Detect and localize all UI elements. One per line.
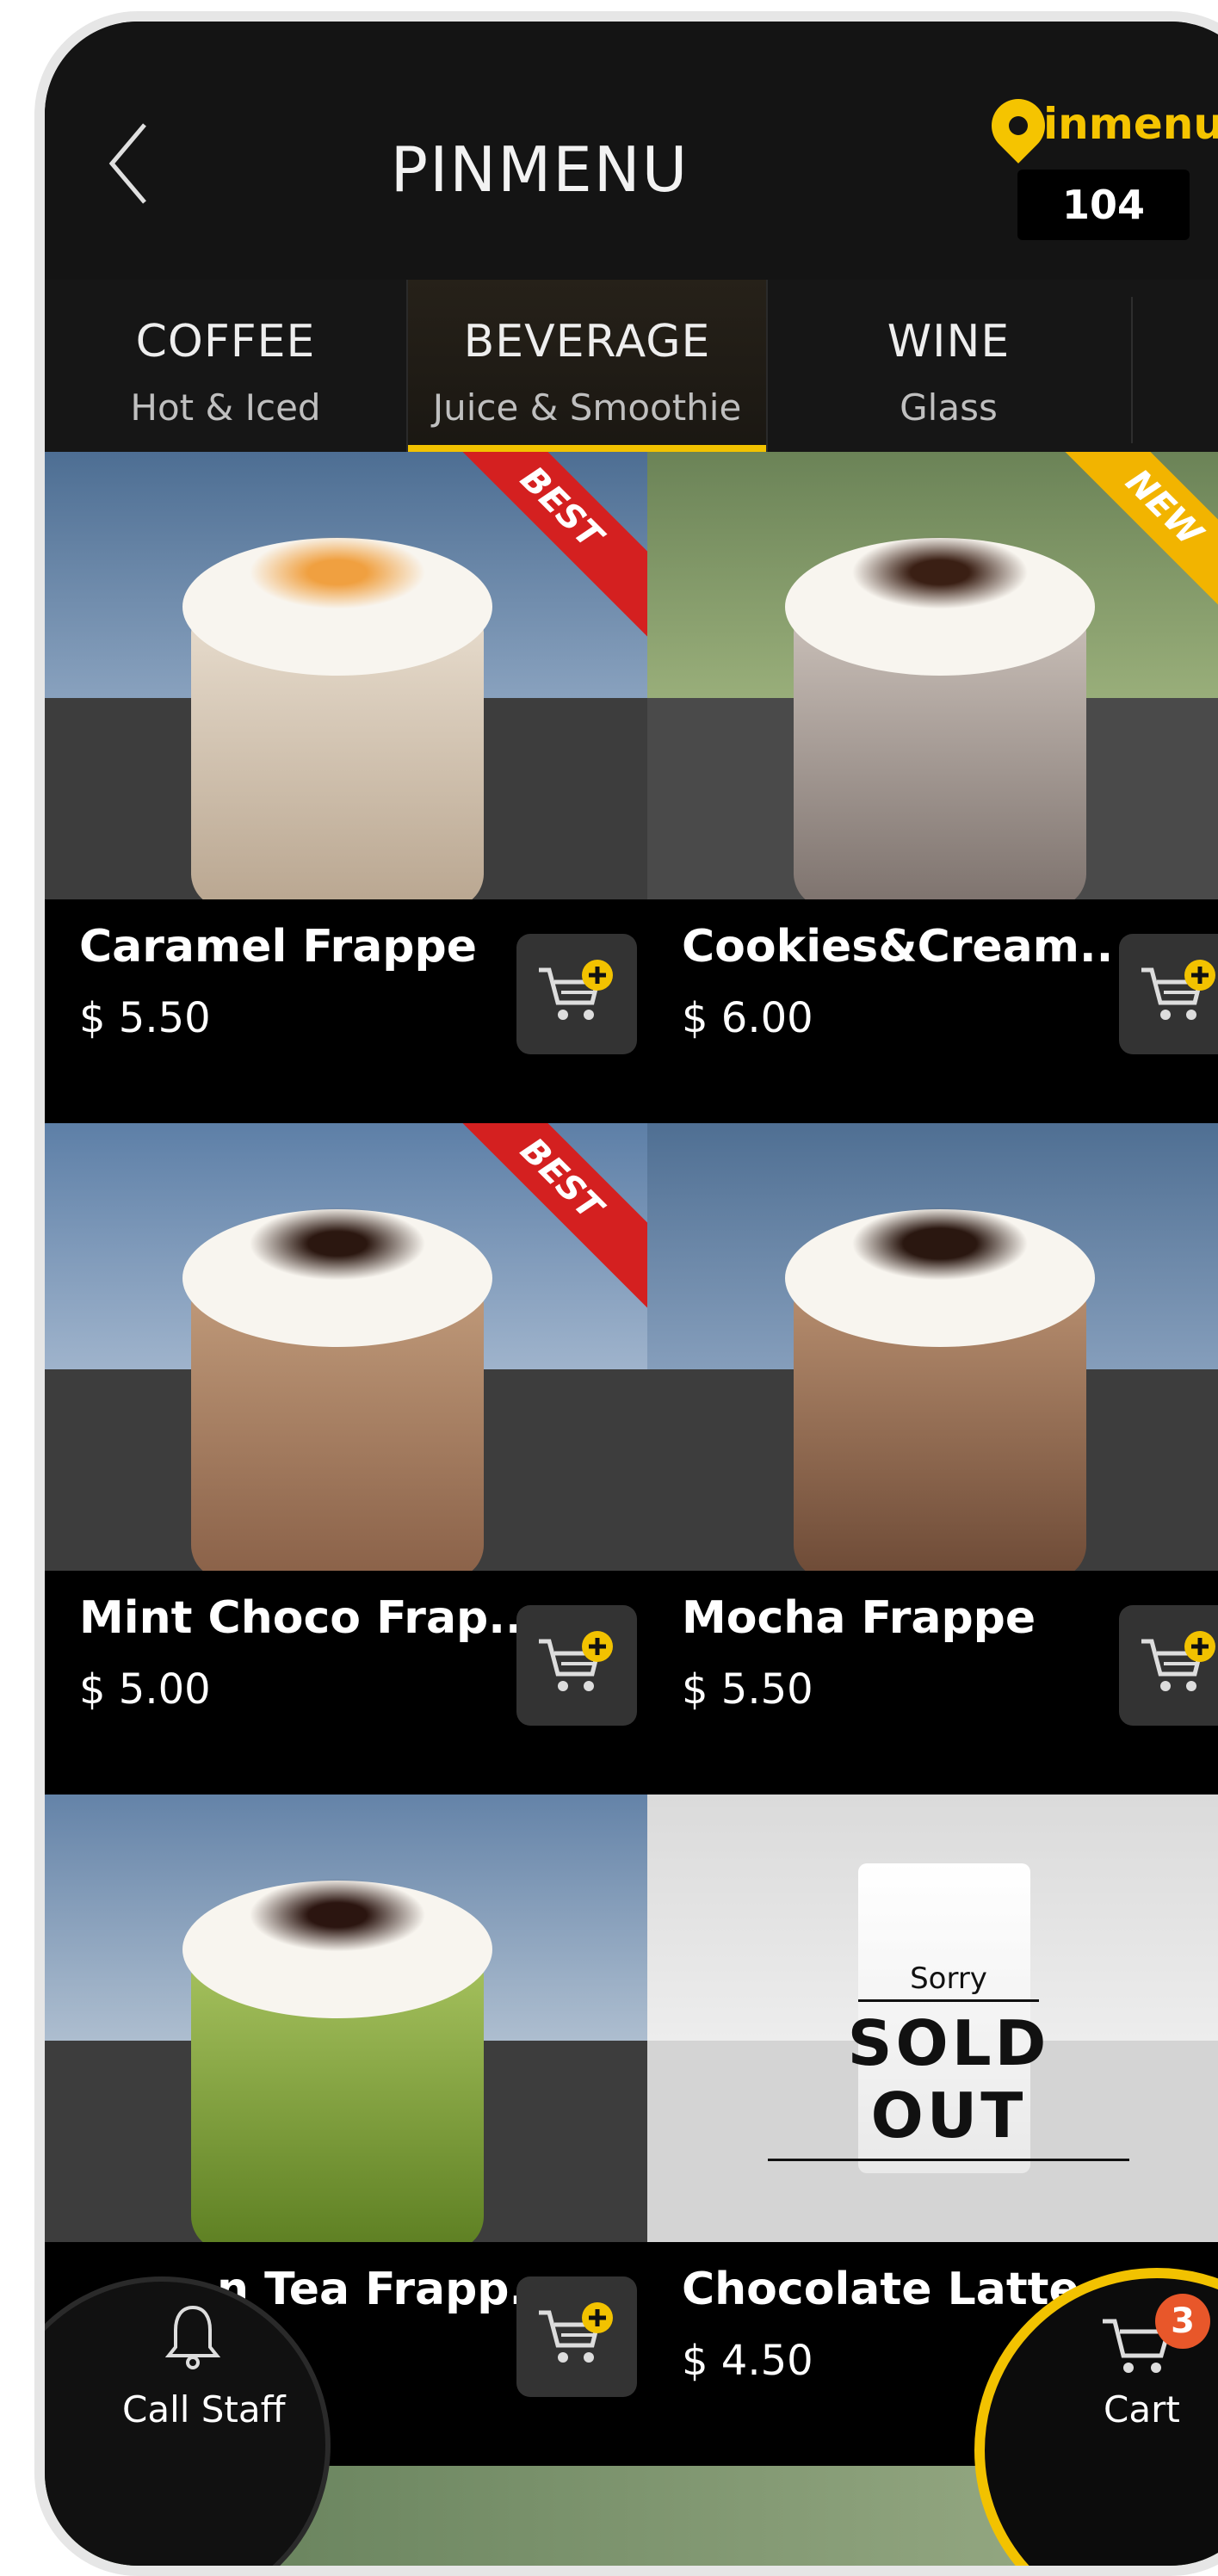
- tab-sublabel: Juice & Smoothie: [432, 386, 742, 429]
- add-to-cart-button[interactable]: [1119, 1605, 1218, 1726]
- page-title: PINMENU: [390, 133, 689, 206]
- cart-plus-icon: [539, 2302, 613, 2363]
- cart-plus-icon: [539, 960, 613, 1020]
- item-name: Cookies&Cream..: [682, 921, 1114, 973]
- item-name: Mint Choco Frap..: [79, 1592, 522, 1644]
- bell-icon: [165, 2305, 220, 2369]
- item-name: Mocha Frappe: [682, 1592, 1036, 1644]
- add-to-cart-button[interactable]: [516, 934, 637, 1054]
- phone-screen: PINMENU inmenu 104 COFFEE Hot & Iced BEV…: [34, 11, 1218, 2576]
- item-photo: Sorry SOLD OUT: [647, 1795, 1218, 2242]
- back-icon[interactable]: [105, 116, 150, 211]
- logo-text: inmenu: [1043, 99, 1218, 149]
- tab-divider: [1131, 297, 1133, 443]
- item-price: $ 5.00: [79, 1665, 211, 1714]
- item-name: n Tea Frapp..: [217, 2264, 544, 2315]
- add-to-cart-button[interactable]: [1119, 934, 1218, 1054]
- table-number: 104: [1017, 170, 1190, 240]
- tab-coffee[interactable]: COFFEE Hot & Iced: [45, 280, 406, 452]
- menu-item[interactable]: BEST Mint Choco Frap.. $ 5.00: [45, 1123, 647, 1795]
- tab-label: WINE: [887, 316, 1011, 368]
- item-price: $ 5.50: [79, 994, 211, 1042]
- tab-sublabel: Hot & Iced: [130, 386, 321, 429]
- tab-label: COFFEE: [135, 316, 316, 368]
- sold-out-label: Sorry SOLD OUT: [768, 1961, 1129, 2161]
- tab-label: BEVERAGE: [463, 316, 711, 368]
- item-name: Chocolate Latte: [682, 2264, 1079, 2315]
- cart-plus-icon: [1141, 960, 1215, 1020]
- category-tabs: COFFEE Hot & Iced BEVERAGE Juice & Smoot…: [45, 280, 1218, 452]
- cart-label: Cart: [1104, 2388, 1180, 2431]
- pinmenu-logo: inmenu: [980, 88, 1218, 168]
- item-price: $ 4.50: [682, 2337, 813, 2385]
- menu-item[interactable]: NEW Cookies&Cream.. $ 6.00: [647, 452, 1218, 1123]
- add-to-cart-button[interactable]: [516, 2276, 637, 2397]
- cart-plus-icon: [539, 1631, 613, 1691]
- item-photo: [647, 1123, 1218, 1571]
- menu-item[interactable]: Mocha Frappe $ 5.50: [647, 1123, 1218, 1795]
- tab-beverage[interactable]: BEVERAGE Juice & Smoothie: [406, 280, 768, 452]
- item-photo: NEW: [647, 452, 1218, 899]
- item-price: $ 5.50: [682, 1665, 813, 1714]
- cart-plus-icon: [1141, 1631, 1215, 1691]
- sold-out-text: SOLD OUT: [768, 2007, 1129, 2161]
- add-to-cart-button[interactable]: [516, 1605, 637, 1726]
- tab-sublabel: Glass: [900, 386, 998, 429]
- cart-count-badge: 3: [1155, 2294, 1210, 2349]
- item-name: Caramel Frappe: [79, 921, 478, 973]
- item-photo: BEST: [45, 1123, 647, 1571]
- sold-out-sorry: Sorry: [858, 1961, 1039, 2002]
- tab-wine[interactable]: WINE Glass: [768, 280, 1129, 452]
- item-photo: BEST: [45, 452, 647, 899]
- item-photo: [45, 1795, 647, 2242]
- menu-item[interactable]: BEST Caramel Frappe $ 5.50: [45, 452, 647, 1123]
- item-price: $ 6.00: [682, 994, 813, 1042]
- header: PINMENU inmenu 104: [45, 22, 1218, 280]
- call-staff-label: Call Staff: [122, 2388, 286, 2431]
